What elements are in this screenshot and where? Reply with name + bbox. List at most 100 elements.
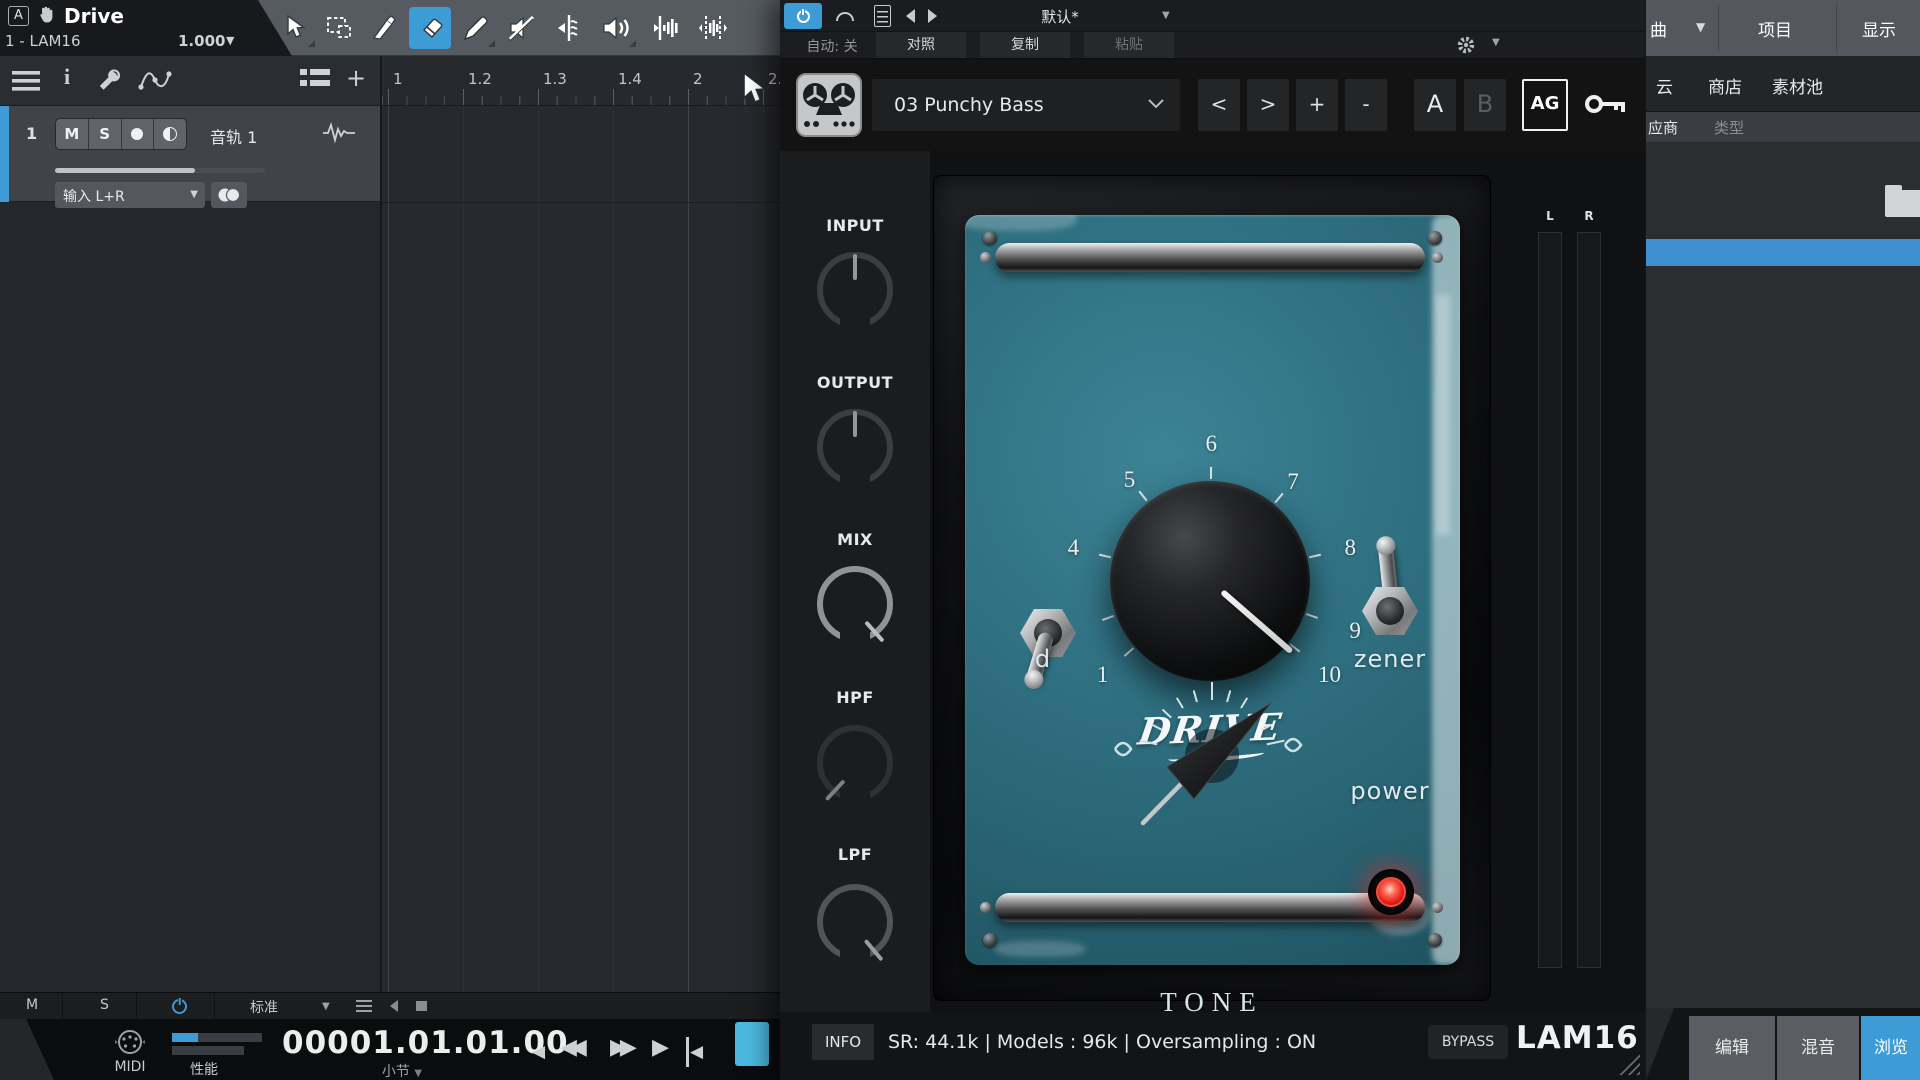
record-pad-button[interactable] <box>735 1022 769 1066</box>
eraser-tool[interactable] <box>409 7 451 49</box>
track-footer-row: M S 标准 ▼ <box>0 992 780 1019</box>
tab-show[interactable]: 显示 <box>1862 16 1896 41</box>
plugin-footer: INFO SR: 44.1k | Models : 96k | Oversamp… <box>780 1012 1645 1080</box>
gear-icon[interactable] <box>1456 35 1476 55</box>
record-arm-button[interactable] <box>122 119 155 149</box>
mix-knob[interactable] <box>817 566 893 642</box>
license-key-icon[interactable] <box>1580 79 1632 131</box>
automation-curve-icon[interactable] <box>138 67 172 93</box>
rewind-button[interactable]: ◀◀ <box>560 1033 580 1063</box>
ab-b-button[interactable]: B <box>1464 79 1506 131</box>
output-knob[interactable] <box>817 409 893 485</box>
ab-a-button[interactable]: A <box>1414 79 1456 131</box>
preset-selector[interactable]: 03 Punchy Bass <box>872 79 1180 131</box>
time-display[interactable]: 00001.01.01.00 <box>282 1025 522 1061</box>
tape-machine-logo-icon <box>796 73 862 137</box>
dropdown-icon[interactable]: ▼ <box>1696 20 1705 34</box>
tab-mix[interactable]: 混音 <box>1777 1016 1859 1080</box>
plugin-power-button[interactable] <box>784 3 822 29</box>
tab-pool[interactable]: 素材池 <box>1772 73 1823 98</box>
folder-icon[interactable] <box>1885 190 1920 217</box>
input-select[interactable]: 输入 L+R ▼ <box>55 182 205 208</box>
bend-tool[interactable] <box>548 7 590 49</box>
automation-mode-button[interactable]: 自动: 关 <box>788 36 876 56</box>
track-name[interactable]: 音轨 1 <box>210 124 257 148</box>
gear-dropdown-icon[interactable]: ▼ <box>1492 37 1500 48</box>
track-header[interactable]: 1 M S 音轨 1 输入 L+R ▼ <box>0 106 380 202</box>
tab-cloud[interactable]: 云 <box>1656 73 1673 98</box>
mute-all-button[interactable]: M <box>26 997 38 1013</box>
monitor-button[interactable] <box>154 119 186 149</box>
paste-button[interactable]: 粘贴 <box>1084 32 1174 58</box>
next-preset-icon[interactable] <box>928 9 937 23</box>
play-button[interactable]: ▶ <box>652 1033 669 1063</box>
plugin-preset-name[interactable]: 默认* <box>960 6 1160 27</box>
timeline-ruler[interactable]: 11.21.31.422.2 <box>380 56 780 106</box>
list-icon[interactable] <box>356 1000 372 1012</box>
tone-knob[interactable] <box>1107 651 1317 861</box>
solo-all-button[interactable]: S <box>100 997 109 1013</box>
tab-shop[interactable]: 商店 <box>1708 73 1742 98</box>
copy-button[interactable]: 复制 <box>980 32 1070 58</box>
preset-list-icon[interactable] <box>874 5 891 27</box>
range-tool[interactable] <box>319 7 361 49</box>
step-back-button[interactable]: ◀ <box>532 1037 545 1067</box>
add-track-button[interactable]: + <box>346 64 366 92</box>
preset-dropdown-icon[interactable]: ▼ <box>322 1001 330 1012</box>
plugin-automation-icon[interactable] <box>826 3 864 29</box>
listen-tool[interactable] <box>596 7 638 49</box>
zoom-value[interactable]: 1.000 <box>178 32 225 50</box>
input-knob[interactable] <box>817 252 893 328</box>
compare-button[interactable]: 对照 <box>876 32 966 58</box>
next-preset-button[interactable]: > <box>1247 79 1289 131</box>
lpf-knob[interactable] <box>817 884 893 960</box>
split-tool[interactable] <box>363 7 405 49</box>
drive-scale-tick <box>1138 491 1147 502</box>
delete-preset-button[interactable]: - <box>1345 79 1387 131</box>
wave-play-tool[interactable] <box>646 7 688 49</box>
selected-list-item[interactable] <box>1646 239 1920 266</box>
preset-dropdown-icon[interactable]: ▼ <box>1162 10 1170 21</box>
bypass-button[interactable]: BYPASS <box>1428 1025 1508 1059</box>
wrench-icon[interactable] <box>96 67 122 93</box>
filter-vendor[interactable]: 应商 <box>1648 117 1678 138</box>
tab-edit[interactable]: 编辑 <box>1689 1016 1775 1080</box>
preset-select[interactable]: 标准 <box>250 997 278 1017</box>
prev-preset-icon[interactable] <box>906 9 915 23</box>
return-to-start-button[interactable]: ◀ <box>686 1037 703 1067</box>
time-unit-select[interactable]: 小节 ▼ <box>282 1061 522 1080</box>
zoom-dropdown-icon[interactable]: ▼ <box>226 34 234 47</box>
input-knob-pointer <box>853 254 857 280</box>
save-preset-button[interactable]: + <box>1296 79 1338 131</box>
fast-forward-button[interactable]: ▶▶ <box>610 1033 630 1063</box>
power-button[interactable] <box>172 999 187 1018</box>
paint-tool[interactable] <box>455 7 497 49</box>
arrange-area[interactable] <box>380 106 780 992</box>
tab-project[interactable]: 项目 <box>1758 16 1792 41</box>
tab-browse[interactable]: 浏览 <box>1861 1016 1920 1080</box>
layers-icon[interactable] <box>300 67 330 89</box>
hpf-knob[interactable] <box>817 725 893 801</box>
stop-square-icon[interactable] <box>416 1001 427 1011</box>
input-select-label: 输入 L+R <box>63 186 125 206</box>
inspector-icon[interactable]: i <box>64 64 70 90</box>
filter-type[interactable]: 类型 <box>1714 117 1744 138</box>
hand-icon[interactable] <box>36 4 58 26</box>
stereo-mode-button[interactable] <box>211 182 247 208</box>
info-button[interactable]: INFO <box>812 1024 874 1060</box>
waveform-icon[interactable] <box>322 122 356 144</box>
wave-stretch-tool[interactable] <box>692 7 734 49</box>
plugin-header: 默认* ▼ <box>780 0 1645 32</box>
mute-tool[interactable] <box>501 7 543 49</box>
menu-icon[interactable] <box>12 71 40 91</box>
solo-button[interactable]: S <box>89 119 122 149</box>
mute-button[interactable]: M <box>56 119 89 149</box>
automation-badge-icon[interactable]: A <box>8 6 29 26</box>
collapse-left-icon[interactable] <box>390 1000 398 1012</box>
browser-content[interactable] <box>1646 142 1920 1008</box>
browser-panel: 曲 ▼ 项目 显示 云 商店 素材池 应商 类型 编辑 混音 浏览 <box>1645 0 1920 1080</box>
volume-slider[interactable] <box>55 168 265 173</box>
prev-preset-button[interactable]: < <box>1198 79 1240 131</box>
tab-song[interactable]: 曲 <box>1650 16 1667 41</box>
ag-button[interactable]: AG <box>1522 79 1568 131</box>
